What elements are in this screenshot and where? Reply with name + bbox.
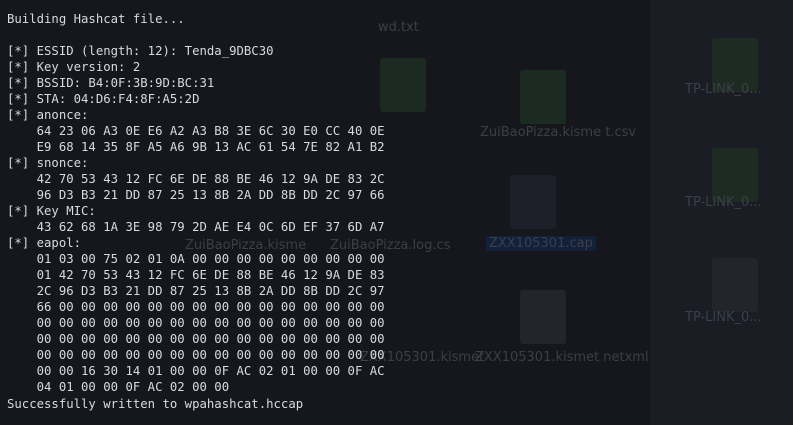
hex-line: E9 68 14 35 8F A5 A6 9B 13 AC 61 54 7E 8… (7, 140, 385, 154)
hex-line: 00 00 00 00 00 00 00 00 00 00 00 00 00 0… (7, 348, 385, 362)
hex-line: 42 70 53 43 12 FC 6E DE 88 BE 46 12 9A D… (7, 172, 385, 186)
field-line: [*] STA: 04:D6:F4:8F:A5:2D (7, 92, 200, 106)
terminal-output: Building Hashcat file... [*] ESSID (leng… (7, 0, 787, 425)
field-line: [*] ESSID (length: 12): Tenda_9DBC30 (7, 44, 274, 58)
hex-line: 01 42 70 53 43 12 FC 6E DE 88 BE 46 12 9… (7, 268, 385, 282)
hex-line: 00 00 00 00 00 00 00 00 00 00 00 00 00 0… (7, 332, 385, 346)
hex-line: 43 62 68 1A 3E 98 79 2D AE E4 0C 6D EF 3… (7, 220, 385, 234)
hex-line: 04 01 00 00 0F AC 02 00 00 (7, 380, 230, 394)
hex-line: 64 23 06 A3 0E E6 A2 A3 B8 3E 6C 30 E0 C… (7, 124, 385, 138)
hex-line: 66 00 00 00 00 00 00 00 00 00 00 00 00 0… (7, 300, 385, 314)
success-line: Successfully written to wpahashcat.hccap (7, 397, 304, 411)
hex-line: 00 00 00 00 00 00 00 00 00 00 00 00 00 0… (7, 316, 385, 330)
field-line: [*] Key MIC: (7, 204, 96, 218)
header-line: Building Hashcat file... (7, 12, 185, 26)
handshake-fields: [*] ESSID (length: 12): Tenda_9DBC30 [*] … (7, 43, 385, 395)
hex-line: 2C 96 D3 B3 21 DD 87 25 13 8B 2A DD 8B D… (7, 284, 385, 298)
field-line: [*] BSSID: B4:0F:3B:9D:BC:31 (7, 76, 215, 90)
hex-line: 96 D3 B3 21 DD 87 25 13 8B 2A DD 8B DD 2… (7, 188, 385, 202)
hex-line: 00 00 16 30 14 01 00 00 0F AC 02 01 00 0… (7, 364, 385, 378)
field-line: [*] anonce: (7, 108, 89, 122)
hex-line: 01 03 00 75 02 01 0A 00 00 00 00 00 00 0… (7, 252, 385, 266)
field-line: [*] Key version: 2 (7, 60, 141, 74)
field-line: [*] snonce: (7, 156, 89, 170)
field-line: [*] eapol: (7, 236, 82, 250)
